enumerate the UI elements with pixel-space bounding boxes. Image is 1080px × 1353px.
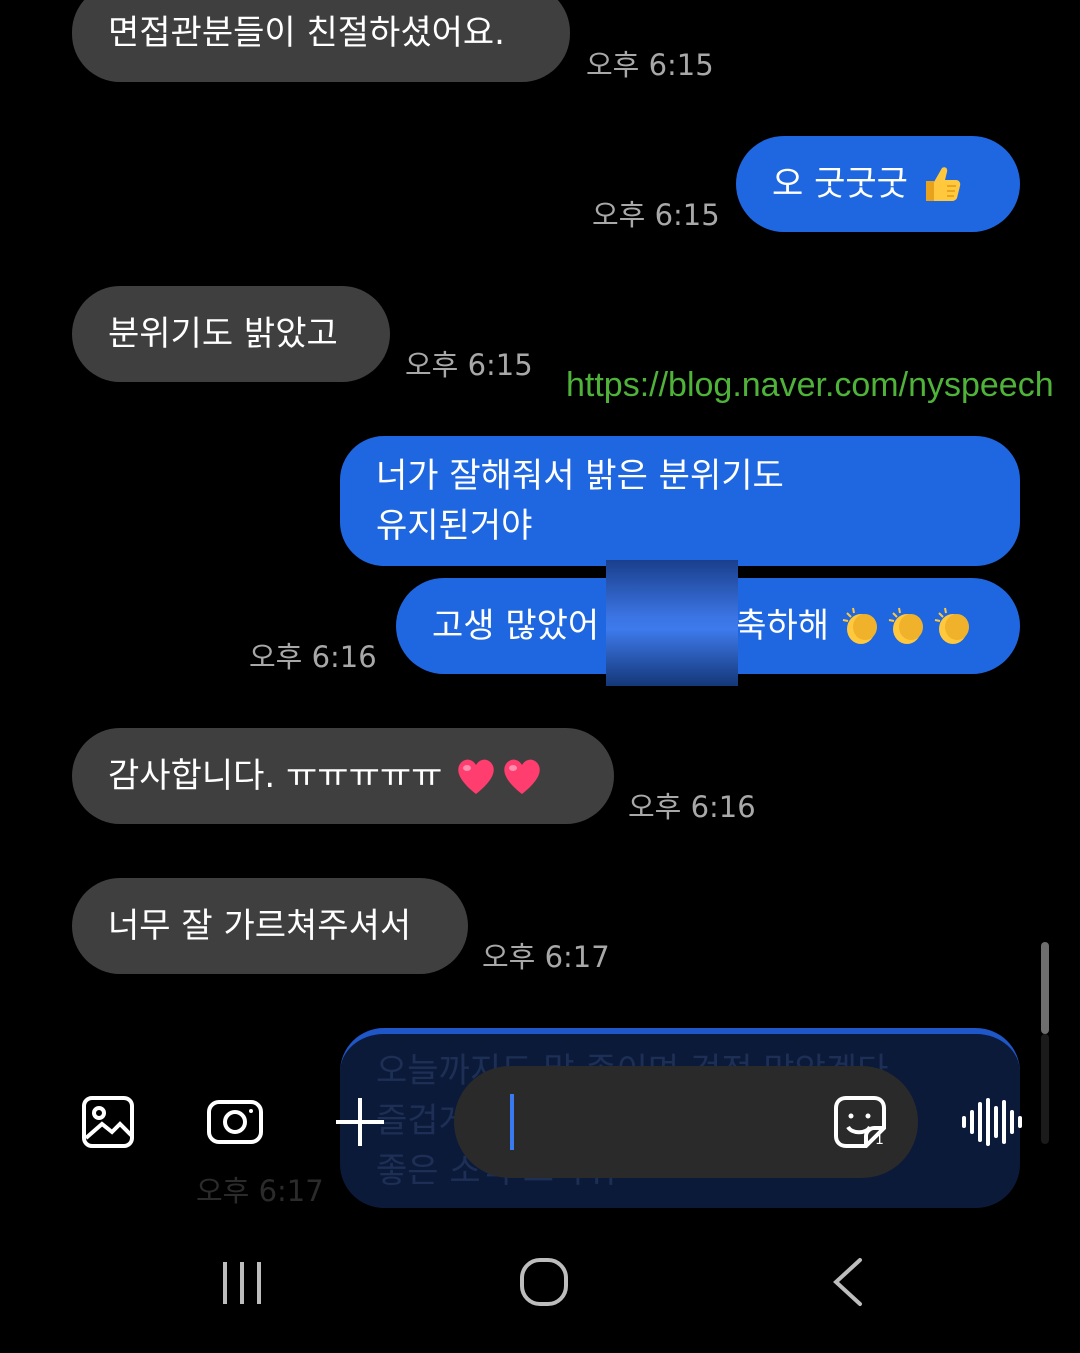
message-text: 감사합니다. ㅠㅠㅠㅠㅠ <box>108 756 443 796</box>
voice-wave-icon[interactable] <box>960 1094 1024 1150</box>
message-text: 축하해 <box>735 606 830 646</box>
received-message[interactable]: 분위기도 밝았고 <box>72 286 390 382</box>
message-line: 너가 잘해줘서 밝은 분위기도 <box>376 456 784 496</box>
message-time: 오후 6:15 <box>592 198 720 232</box>
scrollbar-track <box>1041 1034 1049 1144</box>
message-time: 오후 6:15 <box>405 348 533 382</box>
text-cursor <box>510 1094 514 1150</box>
sticker-icon[interactable]: 1 <box>830 1092 890 1152</box>
sent-message[interactable]: 너가 잘해줘서 밝은 분위기도 유지된거야 <box>340 436 1020 566</box>
watermark-url: https://blog.naver.com/nyspeech <box>566 366 1054 404</box>
thumbs-up-icon <box>920 163 962 205</box>
received-message[interactable]: 면접관분들이 친절하셨어요. <box>72 0 570 82</box>
message-text: 면접관분들이 친절하셨어요. <box>108 13 505 53</box>
image-icon[interactable] <box>78 1092 138 1152</box>
message-time: 오후 6:15 <box>586 48 714 82</box>
received-message[interactable]: 너무 잘 가르쳐주셔서 <box>72 878 468 974</box>
blurred-name-overlay <box>606 560 738 686</box>
sent-message[interactable]: 오 굿굿굿 <box>736 136 1020 232</box>
back-icon[interactable] <box>826 1254 870 1310</box>
message-text: 고생 많았어 <box>432 606 600 646</box>
plus-icon[interactable] <box>330 1092 390 1152</box>
svg-text:1: 1 <box>875 1132 884 1148</box>
message-text: 너무 잘 가르쳐주셔서 <box>108 906 412 946</box>
received-message[interactable]: 감사합니다. ㅠㅠㅠㅠㅠ <box>72 728 614 824</box>
recent-apps-icon[interactable] <box>214 1258 270 1308</box>
message-time: 오후 6:17 <box>196 1174 324 1208</box>
message-time: 오후 6:16 <box>628 790 756 824</box>
camera-icon[interactable] <box>204 1094 266 1150</box>
message-time: 오후 6:17 <box>482 940 610 974</box>
home-icon[interactable] <box>516 1254 572 1310</box>
message-line: 유지된거야 <box>376 506 533 546</box>
message-text: 오 굿굿굿 <box>772 164 908 204</box>
clapping-hands-icon <box>841 605 973 647</box>
message-time: 오후 6:16 <box>249 640 377 674</box>
system-navigation-bar <box>0 1220 1080 1353</box>
scrollbar-thumb[interactable] <box>1041 942 1049 1034</box>
hearts-icon <box>454 754 546 798</box>
message-text: 분위기도 밝았고 <box>108 314 338 354</box>
